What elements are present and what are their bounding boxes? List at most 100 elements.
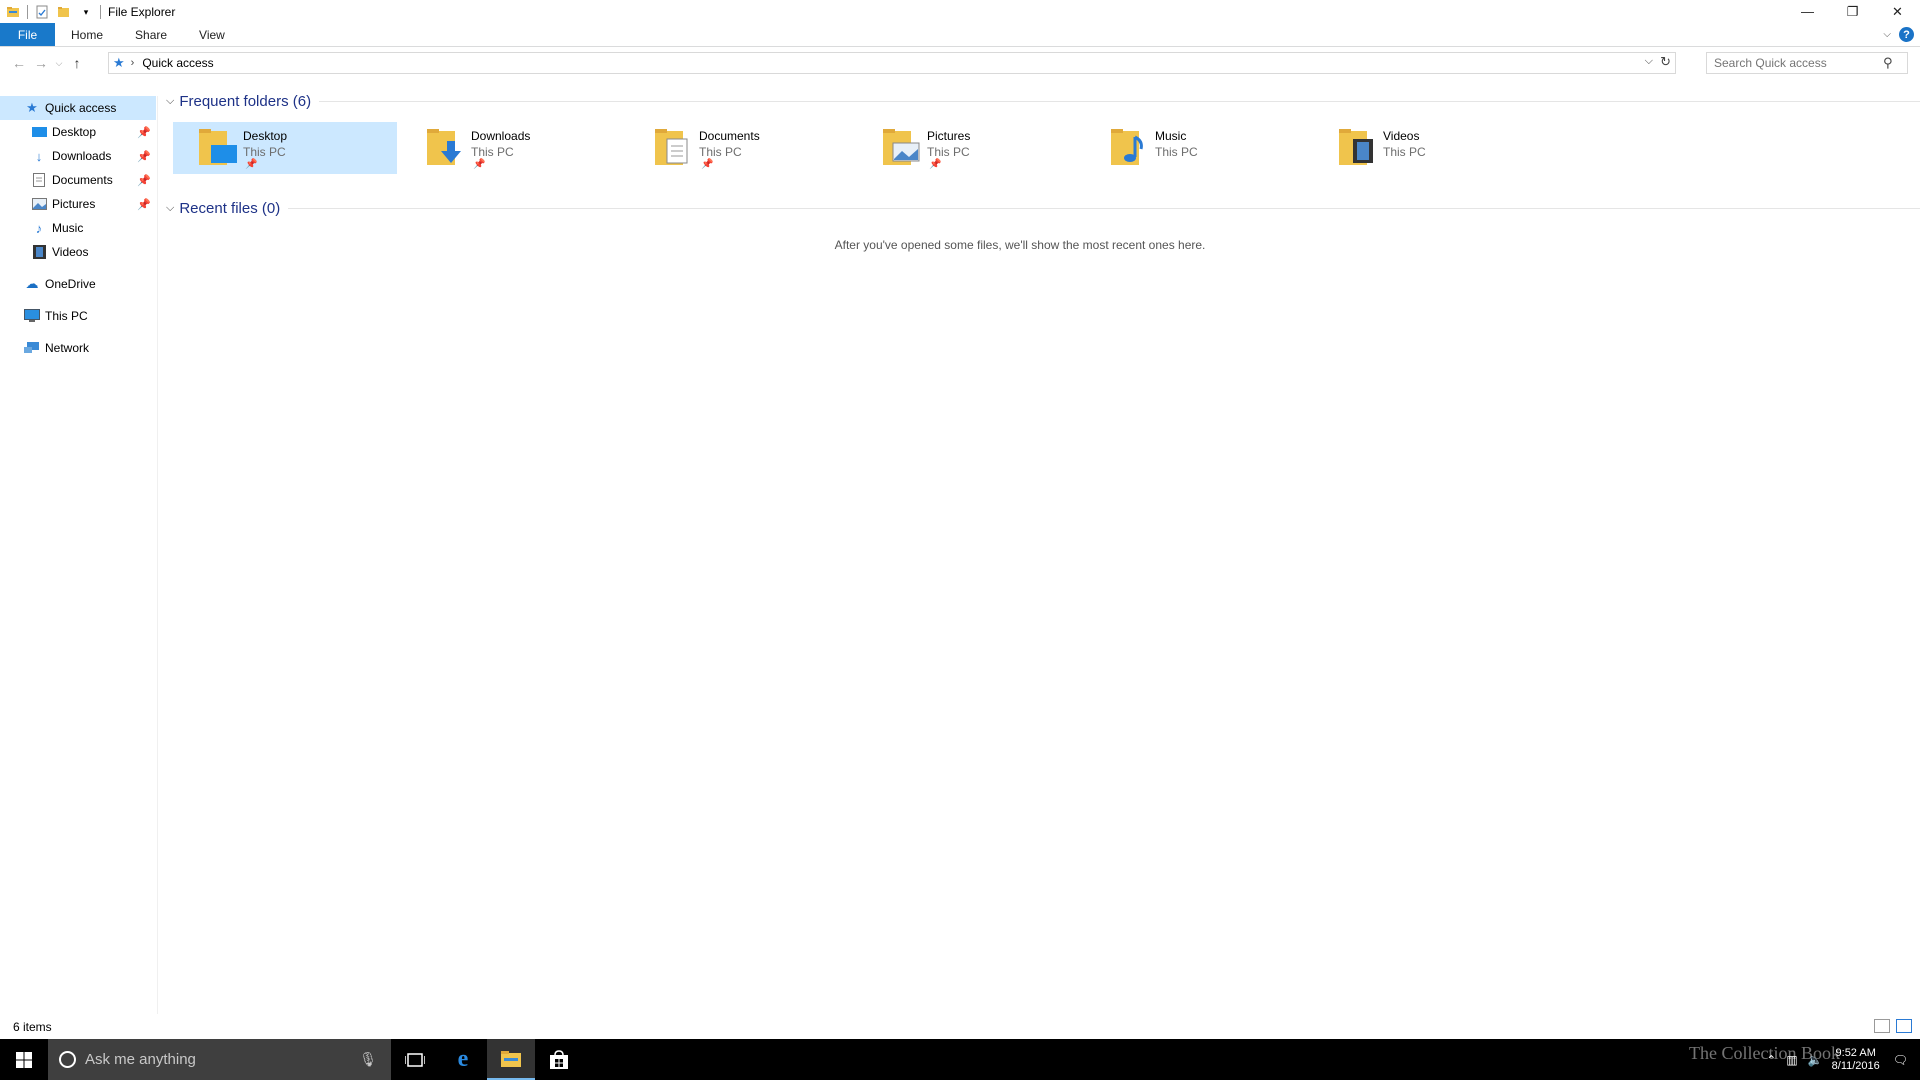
documents-folder-icon: [653, 125, 693, 169]
forward-arrow-icon[interactable]: →: [30, 52, 52, 74]
desktop-folder-icon: [197, 125, 237, 169]
pin-icon[interactable]: 📌: [699, 160, 760, 170]
navigation-bar: ← → ⌵ ↑ ★ › Quick access ⌵ ↻ ⚲: [0, 51, 1920, 75]
store-taskbar-button[interactable]: [535, 1039, 583, 1080]
pictures-icon: [31, 196, 47, 212]
nav-label: This PC: [45, 309, 88, 323]
nav-label: OneDrive: [45, 277, 96, 291]
folder-tile-pictures[interactable]: Pictures This PC 📌: [857, 122, 1081, 174]
file-explorer-window: ▾ File Explorer — ❐ ✕ File Home Share Vi…: [0, 0, 1920, 1039]
refresh-icon[interactable]: ↻: [1660, 54, 1671, 70]
edge-taskbar-button[interactable]: e: [439, 1039, 487, 1080]
clock[interactable]: 9:52 AM 8/11/2016: [1832, 1047, 1880, 1073]
help-icon[interactable]: ?: [1899, 27, 1914, 42]
folder-tile-music[interactable]: Music This PC: [1085, 122, 1309, 174]
folder-tile-documents[interactable]: Documents This PC 📌: [629, 122, 853, 174]
expand-ribbon-icon[interactable]: ⌵: [1883, 29, 1891, 40]
nav-label: Network: [45, 341, 90, 355]
tab-home[interactable]: Home: [55, 23, 119, 46]
nav-label: Documents: [52, 173, 113, 187]
maximize-button[interactable]: ❐: [1830, 0, 1875, 23]
pin-icon[interactable]: 📌: [137, 150, 151, 163]
address-dropdown-icon[interactable]: ⌵: [1645, 55, 1653, 68]
pin-icon[interactable]: 📌: [243, 160, 287, 170]
ribbon-right-controls: ⌵ ?: [1883, 27, 1914, 42]
tab-view[interactable]: View: [183, 23, 241, 46]
frequent-folders-header[interactable]: ⌵ Frequent folders (6): [160, 90, 1920, 112]
start-button[interactable]: [0, 1039, 48, 1080]
pin-icon[interactable]: 📌: [137, 126, 151, 139]
pin-icon[interactable]: 📌: [471, 160, 530, 170]
search-input[interactable]: [1707, 56, 1883, 70]
chevron-down-icon[interactable]: ⌵: [166, 95, 174, 108]
action-center-icon[interactable]: 🗨: [1893, 1053, 1908, 1067]
show-hidden-icons-icon[interactable]: ⌃: [1766, 1053, 1776, 1067]
chevron-down-icon[interactable]: ⌵: [166, 202, 174, 215]
folder-name: Documents: [699, 129, 760, 143]
pin-icon[interactable]: 📌: [137, 198, 151, 211]
videos-icon: [31, 244, 47, 260]
file-explorer-taskbar-button[interactable]: [487, 1039, 535, 1080]
recent-locations-icon[interactable]: ⌵: [52, 52, 66, 74]
breadcrumb-chevron-icon[interactable]: ›: [131, 57, 135, 69]
nav-quick-access[interactable]: ★ Quick access: [0, 96, 156, 120]
nav-documents[interactable]: Documents 📌: [0, 168, 157, 192]
status-bar: 6 items: [0, 1014, 1920, 1039]
folder-tile-desktop[interactable]: Desktop This PC 📌: [173, 122, 397, 174]
network-status-icon[interactable]: ▥: [1786, 1053, 1797, 1067]
documents-icon: [31, 172, 47, 188]
folder-location: This PC: [243, 145, 286, 159]
recent-files-header[interactable]: ⌵ Recent files (0): [160, 197, 1920, 219]
window-title: File Explorer: [108, 4, 176, 19]
search-icon[interactable]: ⚲: [1883, 55, 1893, 71]
folder-location: This PC: [1155, 145, 1198, 159]
window-controls: — ❐ ✕: [1785, 0, 1920, 23]
cortana-icon: [59, 1051, 76, 1068]
properties-icon[interactable]: [35, 5, 49, 19]
computer-icon: [24, 308, 40, 324]
nav-network[interactable]: Network: [0, 336, 157, 360]
pin-icon[interactable]: 📌: [927, 160, 970, 170]
details-view-icon[interactable]: [1874, 1019, 1890, 1033]
task-view-button[interactable]: [391, 1039, 439, 1080]
address-bar[interactable]: ★ › Quick access ⌵ ↻: [108, 52, 1676, 74]
back-arrow-icon[interactable]: ←: [8, 52, 30, 74]
nav-videos[interactable]: Videos: [0, 240, 157, 264]
cortana-search-box[interactable]: Ask me anything 🎙: [48, 1039, 391, 1080]
group-title: Recent files (0): [179, 199, 281, 217]
item-count: 6 items: [13, 1019, 52, 1034]
microphone-icon[interactable]: 🎙: [359, 1051, 377, 1068]
nav-downloads[interactable]: ↓ Downloads 📌: [0, 144, 157, 168]
music-folder-icon: [1109, 125, 1149, 169]
downloads-folder-icon: [425, 125, 465, 169]
frequent-folders-list: Desktop This PC 📌 Downloads This PC 📌 Do…: [173, 122, 1541, 174]
close-button[interactable]: ✕: [1875, 0, 1920, 23]
system-tray: ⌃ ▥ 🔈 9:52 AM 8/11/2016 🗨: [1761, 1039, 1920, 1080]
tab-share[interactable]: Share: [119, 23, 183, 46]
nav-onedrive[interactable]: ☁ OneDrive: [0, 272, 157, 296]
breadcrumb-quick-access[interactable]: Quick access: [142, 56, 213, 70]
large-icons-view-icon[interactable]: [1896, 1019, 1912, 1033]
folder-tile-downloads[interactable]: Downloads This PC 📌: [401, 122, 625, 174]
music-icon: ♪: [35, 220, 43, 236]
nav-pictures[interactable]: Pictures 📌: [0, 192, 157, 216]
search-box[interactable]: ⚲: [1706, 52, 1908, 74]
view-buttons: [1874, 1019, 1912, 1033]
new-folder-icon[interactable]: [57, 5, 71, 19]
folder-tile-videos[interactable]: Videos This PC: [1313, 122, 1537, 174]
nav-music[interactable]: ♪ Music: [0, 216, 157, 240]
volume-icon[interactable]: 🔈: [1808, 1053, 1823, 1067]
folder-name: Desktop: [243, 129, 288, 143]
minimize-button[interactable]: —: [1785, 0, 1830, 23]
pin-icon[interactable]: 📌: [137, 174, 151, 187]
up-arrow-icon[interactable]: ↑: [66, 52, 88, 74]
customize-toolbar-icon[interactable]: ▾: [79, 5, 93, 19]
desktop-icon: [31, 124, 47, 140]
content-area: ⌵ Frequent folders (6) Desktop This PC 📌: [160, 88, 1920, 1014]
ribbon-tabs: File Home Share View ⌵ ?: [0, 23, 1920, 47]
nav-label: Downloads: [52, 149, 112, 163]
tab-file[interactable]: File: [0, 23, 55, 46]
nav-this-pc[interactable]: This PC: [0, 304, 157, 328]
nav-desktop[interactable]: Desktop 📌: [0, 120, 157, 144]
nav-label: Quick access: [45, 101, 117, 115]
